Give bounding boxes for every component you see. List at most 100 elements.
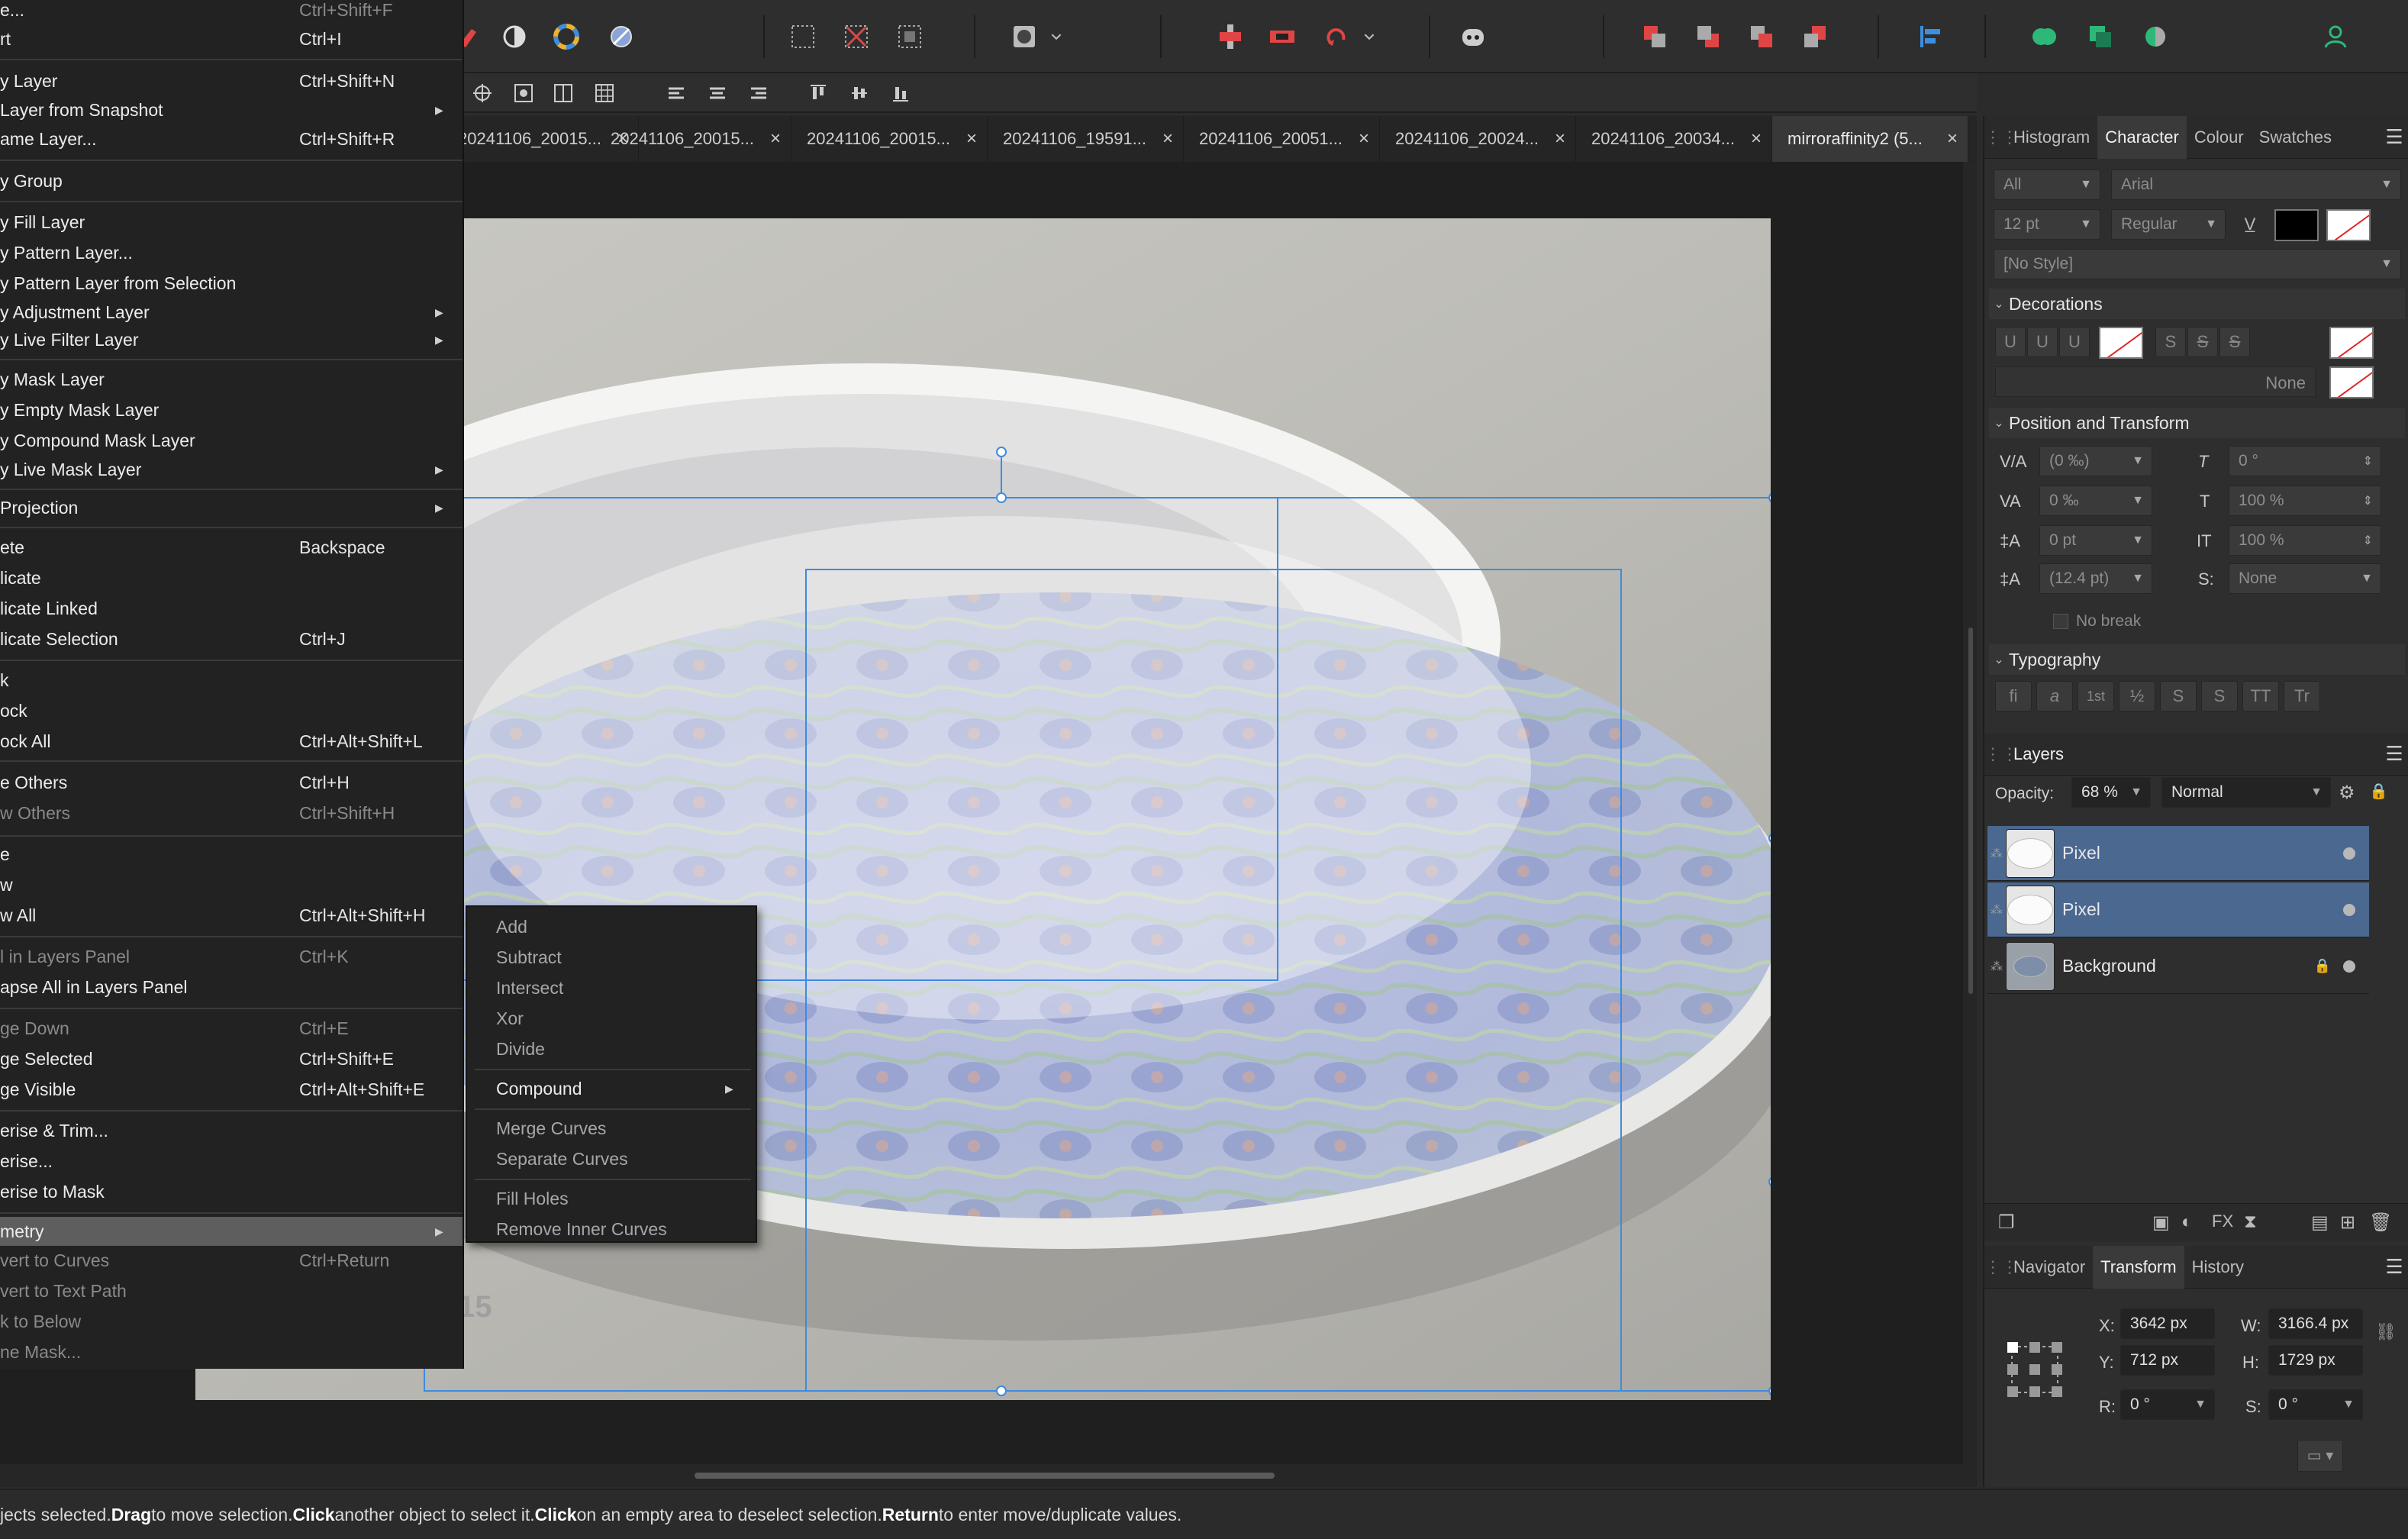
gear-icon[interactable]: ⚙: [2339, 782, 2355, 804]
add-layer-icon[interactable]: ⊞: [2340, 1212, 2355, 1234]
shear-transform-field[interactable]: 0 ° ▼: [2268, 1389, 2363, 1420]
tab-navigator[interactable]: Navigator: [2006, 1246, 2093, 1289]
live-filter-icon[interactable]: FX: [2212, 1212, 2233, 1231]
menu-item[interactable]: y Pattern Layer from Selection: [0, 269, 463, 298]
horizontal-scale-field[interactable]: 100 % ⇕: [2229, 525, 2381, 556]
ordinal-icon[interactable]: 1st: [2078, 681, 2114, 711]
menu-item[interactable]: ge Selected Ctrl+Shift+E: [0, 1044, 463, 1073]
font-size-field[interactable]: 12 pt ▼: [1994, 209, 2100, 240]
close-icon[interactable]: ×: [1937, 128, 1968, 150]
submenu-item-subtract[interactable]: Subtract: [496, 944, 562, 971]
fraction-icon[interactable]: ½: [2119, 681, 2155, 711]
show-bounding-box-icon[interactable]: [508, 78, 539, 108]
menu-item[interactable]: apse All in Layers Panel: [0, 973, 463, 1002]
menu-item[interactable]: y Compound Mask Layer: [0, 426, 463, 455]
close-icon[interactable]: ×: [1741, 128, 1771, 150]
lock-icon[interactable]: 🔒: [2369, 782, 2388, 801]
layer-stack-icon[interactable]: ❐: [1998, 1212, 2015, 1234]
menu-item[interactable]: w All Ctrl+Alt+Shift+H: [0, 901, 463, 930]
menu-item[interactable]: Layer from Snapshot ▶: [0, 95, 463, 124]
y-position-field[interactable]: 712 px: [2120, 1345, 2215, 1376]
hourglass-icon[interactable]: ⧗: [2244, 1212, 2257, 1233]
layer-row[interactable]: ⁂ Pixel: [1987, 882, 2369, 937]
align-center-icon[interactable]: [702, 78, 733, 108]
submenu-item-divide[interactable]: Divide: [496, 1035, 545, 1063]
menu-item[interactable]: licate Linked: [0, 594, 463, 623]
menu-item[interactable]: y Group: [0, 166, 463, 195]
arrange-front-icon[interactable]: [1797, 18, 1833, 55]
visibility-dot-icon[interactable]: [2343, 960, 2355, 973]
tab-layers[interactable]: Layers: [2006, 733, 2071, 776]
menu-item[interactable]: licate: [0, 563, 463, 592]
rotation-field[interactable]: 0 ° ▼: [2120, 1389, 2215, 1420]
menu-item[interactable]: y Fill Layer: [0, 208, 463, 237]
shear-field[interactable]: 0 ° ⇕: [2229, 446, 2381, 476]
submenu-item-intersect[interactable]: Intersect: [496, 974, 563, 1002]
position-transform-header[interactable]: ⌄ Position and Transform: [1989, 408, 2405, 438]
tab-colour[interactable]: Colour: [2187, 116, 2252, 159]
blend-mode-select[interactable]: Normal ▼: [2161, 777, 2331, 808]
underline-alt-icon[interactable]: U: [2059, 327, 2090, 357]
menu-item[interactable]: Projection ▶: [0, 493, 463, 522]
panel-grip-icon[interactable]: ⋮⋮: [1984, 1257, 2018, 1277]
quick-mask-icon[interactable]: [1006, 18, 1043, 55]
chevron-down-icon[interactable]: [1359, 18, 1380, 55]
adjustment-layer-icon[interactable]: ◐: [2181, 1212, 2193, 1233]
strikethrough-icon[interactable]: S: [2155, 327, 2186, 357]
menu-item[interactable]: y Empty Mask Layer: [0, 395, 463, 424]
navigator-tool-icon[interactable]: [603, 18, 640, 55]
center-align-icon[interactable]: [548, 78, 579, 108]
small-caps-icon[interactable]: Tr: [2284, 681, 2320, 711]
leading-field[interactable]: (12.4 pt) ▼: [2039, 563, 2152, 594]
submenu-item-merge-curves[interactable]: Merge Curves: [496, 1115, 606, 1142]
document-tab[interactable]: 20241106_19591... ×: [988, 116, 1184, 162]
typography-header[interactable]: ⌄ Typography: [1989, 644, 2405, 675]
text-stroke-swatch[interactable]: [2326, 209, 2371, 241]
tab-history[interactable]: History: [2184, 1246, 2252, 1289]
menu-item[interactable]: y Live Mask Layer ▶: [0, 455, 463, 484]
tab-swatches[interactable]: Swatches: [2252, 116, 2339, 159]
close-icon[interactable]: ×: [1349, 128, 1379, 150]
magnet-icon[interactable]: [1264, 18, 1301, 55]
menu-item[interactable]: e: [0, 840, 463, 869]
menu-item[interactable]: e Others Ctrl+H: [0, 768, 463, 797]
strike-colour-swatch[interactable]: [2329, 327, 2374, 359]
menu-item[interactable]: erise to Mask: [0, 1177, 463, 1206]
menu-item-geometry-highlighted[interactable]: metry ▶: [0, 1217, 463, 1246]
link-aspect-icon[interactable]: ⛓: [2375, 1322, 2397, 1342]
kerning-field[interactable]: (0 ‰) ▼: [2039, 446, 2152, 476]
menu-item[interactable]: e... Ctrl+Shift+F: [0, 0, 463, 24]
menu-item[interactable]: licate Selection Ctrl+J: [0, 624, 463, 653]
undo-redo-icon[interactable]: [1319, 18, 1356, 55]
decoration-colour-swatch[interactable]: [2329, 366, 2374, 398]
layer-row[interactable]: ⁂ Background 🔒: [1987, 939, 2369, 994]
case-select[interactable]: None ▼: [2229, 563, 2381, 594]
anchor-point-selector[interactable]: [2006, 1341, 2064, 1399]
horizontal-scroll-thumb[interactable]: [695, 1473, 1275, 1479]
swash-icon[interactable]: a: [2036, 681, 2073, 711]
menu-item[interactable]: y Pattern Layer...: [0, 238, 463, 267]
panel-menu-icon[interactable]: ☰: [2379, 742, 2408, 766]
strike-alt-icon[interactable]: S: [2219, 327, 2250, 357]
visibility-dot-icon[interactable]: [2343, 847, 2355, 860]
menu-item[interactable]: w: [0, 870, 463, 899]
submenu-item-add[interactable]: Add: [496, 913, 527, 940]
double-underline-icon[interactable]: U: [2027, 327, 2058, 357]
panel-menu-icon[interactable]: ☰: [2379, 125, 2408, 149]
tab-histogram[interactable]: Histogram: [2006, 116, 2097, 159]
document-tab[interactable]: 20241106_20015... ×: [791, 116, 988, 162]
assistant-icon[interactable]: [1455, 18, 1491, 55]
close-icon[interactable]: ×: [1152, 128, 1183, 150]
chevron-down-icon[interactable]: [1046, 18, 1067, 55]
menu-item[interactable]: y Live Filter Layer ▶: [0, 325, 463, 354]
document-tab[interactable]: 20241106_20024... ×: [1380, 116, 1576, 162]
font-family-select[interactable]: Arial ▼: [2111, 169, 2401, 200]
document-tab[interactable]: 20241106_20051... ×: [1184, 116, 1380, 162]
deselect-icon[interactable]: [838, 18, 875, 55]
document-tab[interactable]: 20241106_20034... ×: [1576, 116, 1772, 162]
menu-item[interactable]: ock: [0, 696, 463, 725]
x-position-field[interactable]: 3642 px: [2120, 1308, 2215, 1339]
document-tab[interactable]: 20241106_20015... ×: [595, 116, 791, 162]
lock-icon[interactable]: 🔒: [2314, 958, 2331, 974]
menu-item[interactable]: erise & Trim...: [0, 1116, 463, 1145]
